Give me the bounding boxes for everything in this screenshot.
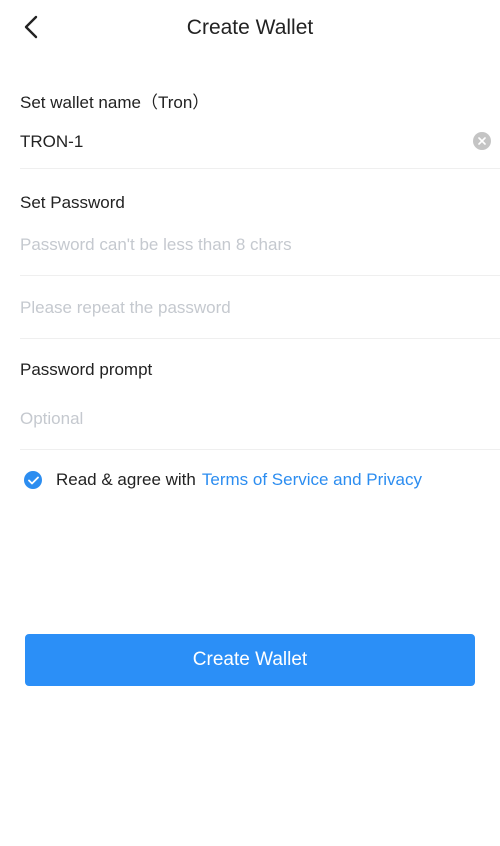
agreement-text: Read & agree with [56, 470, 196, 489]
agreement-row: Read & agree with Terms of Service and P… [24, 468, 422, 492]
password-field-wrap [20, 225, 500, 265]
divider [20, 168, 500, 169]
page-title: Create Wallet [186, 16, 314, 39]
header: Create Wallet [0, 0, 500, 58]
create-wallet-screen: Create Wallet Set wallet name（Tron） Set … [0, 0, 500, 846]
divider [20, 338, 500, 339]
divider [20, 275, 500, 276]
password-prompt-label: Password prompt [20, 360, 153, 379]
clear-button[interactable] [473, 132, 491, 150]
wallet-name-field-wrap [20, 122, 500, 162]
password-input[interactable] [20, 229, 440, 261]
password-prompt-input[interactable] [20, 403, 440, 435]
create-wallet-button[interactable]: Create Wallet [25, 634, 475, 686]
password-prompt-field-wrap [20, 399, 500, 439]
clear-icon [478, 132, 486, 150]
divider [20, 449, 500, 450]
wallet-name-label: Set wallet name（Tron） [20, 93, 210, 112]
checkmark-icon [27, 470, 39, 490]
repeat-password-input[interactable] [20, 292, 440, 324]
terms-link[interactable]: Terms of Service and Privacy [202, 470, 422, 490]
repeat-password-field-wrap [20, 288, 500, 328]
password-label: Set Password [20, 193, 125, 212]
wallet-name-input[interactable] [20, 126, 440, 158]
agreement-checkbox[interactable] [24, 471, 42, 489]
